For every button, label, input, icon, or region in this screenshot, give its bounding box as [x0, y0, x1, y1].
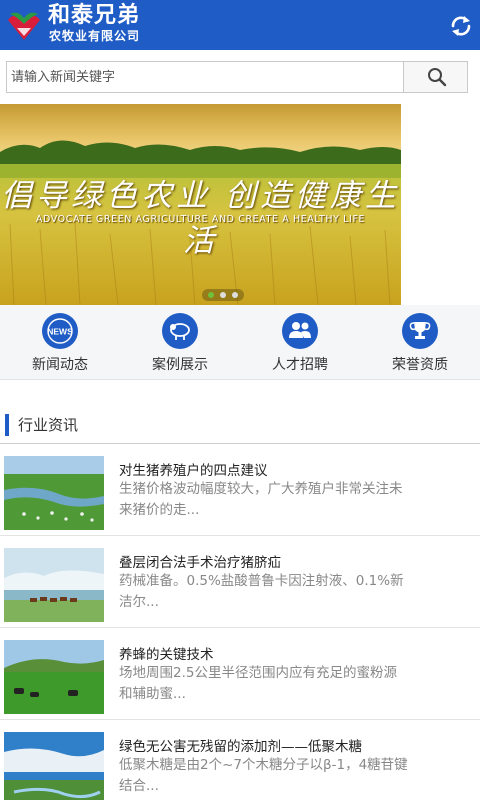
svg-text:NEWS: NEWS: [47, 327, 73, 337]
news-icon: NEWS: [42, 313, 78, 349]
nav-label: 人才招聘: [272, 357, 328, 373]
nav-label: 案例展示: [152, 357, 208, 373]
app-header: 和泰兄弟 农牧业有限公司: [0, 0, 480, 50]
news-item[interactable]: 叠层闭合法手术治疗猪脐疝 药械准备。0.5%盐酸普鲁卡因注射液、0.1%新洁尔.…: [0, 536, 480, 628]
trophy-icon: [402, 313, 438, 349]
carousel-dot[interactable]: [220, 292, 226, 298]
news-summary: 药械准备。0.5%盐酸普鲁卡因注射液、0.1%新洁尔...: [119, 573, 404, 610]
news-item[interactable]: 对生猪养殖户的四点建议 生猪价格波动幅度较大，广大养殖户非常关注未来猪价的走..…: [0, 444, 480, 536]
brand-title: 和泰兄弟: [48, 3, 141, 28]
section-title: 行业资讯: [18, 416, 79, 434]
nav-label: 新闻动态: [32, 357, 88, 373]
banner-carousel[interactable]: 倡导绿色农业 创造健康生活 ADVOCATE GREEN AGRICULTURE…: [0, 104, 401, 305]
nav-honors[interactable]: 荣誉资质: [360, 305, 480, 380]
banner-slogan-english: ADVOCATE GREEN AGRICULTURE AND CREATE A …: [35, 214, 366, 225]
news-thumbnail: [4, 456, 104, 530]
news-title: 对生猪养殖户的四点建议: [119, 463, 268, 479]
section-accent: [5, 414, 9, 436]
news-thumbnail: [4, 640, 104, 714]
news-title: 叠层闭合法手术治疗猪脐疝: [119, 555, 281, 571]
sheep-icon: [162, 313, 198, 349]
app-screen: 和泰兄弟 农牧业有限公司 请输入新闻关键字 倡导绿色农业 创造健康生活 ADVO…: [0, 0, 480, 800]
carousel-dot[interactable]: [232, 292, 238, 298]
news-thumbnail: [4, 548, 104, 622]
carousel-indicator: [202, 289, 244, 301]
nav-label: 荣誉资质: [392, 357, 448, 373]
news-title: 养蜂的关键技术: [119, 647, 214, 663]
search-input[interactable]: [7, 62, 403, 92]
nav-cases[interactable]: 案例展示: [120, 305, 240, 380]
news-summary: 场地周围2.5公里半径范围内应有充足的蜜粉源和辅助蜜...: [119, 665, 397, 702]
people-icon: [282, 313, 318, 349]
search-bar: [6, 61, 468, 93]
news-summary: 生猪价格波动幅度较大，广大养殖户非常关注未来猪价的走...: [119, 481, 403, 518]
news-item[interactable]: 养蜂的关键技术 场地周围2.5公里半径范围内应有充足的蜜粉源和辅助蜜...: [0, 628, 480, 720]
news-thumbnail: [4, 732, 104, 800]
brand-subtitle: 农牧业有限公司: [49, 29, 141, 43]
search-button[interactable]: [403, 62, 467, 92]
news-title: 绿色无公害无残留的添加剂——低聚木糖: [119, 739, 362, 755]
news-summary: 低聚木糖是由2个~7个木糖分子以β-1，4糖苷键结合...: [119, 757, 408, 794]
news-item[interactable]: 绿色无公害无残留的添加剂——低聚木糖 低聚木糖是由2个~7个木糖分子以β-1，4…: [0, 720, 480, 800]
quick-nav: NEWS 新闻动态 案例展示 人才招聘 荣誉资质: [0, 305, 480, 380]
carousel-dot[interactable]: [208, 292, 214, 298]
refresh-icon[interactable]: [448, 13, 474, 39]
search-icon: [428, 68, 447, 87]
nav-jobs[interactable]: 人才招聘: [240, 305, 360, 380]
nav-news[interactable]: NEWS 新闻动态: [0, 305, 120, 380]
logo-icon: [8, 12, 40, 40]
